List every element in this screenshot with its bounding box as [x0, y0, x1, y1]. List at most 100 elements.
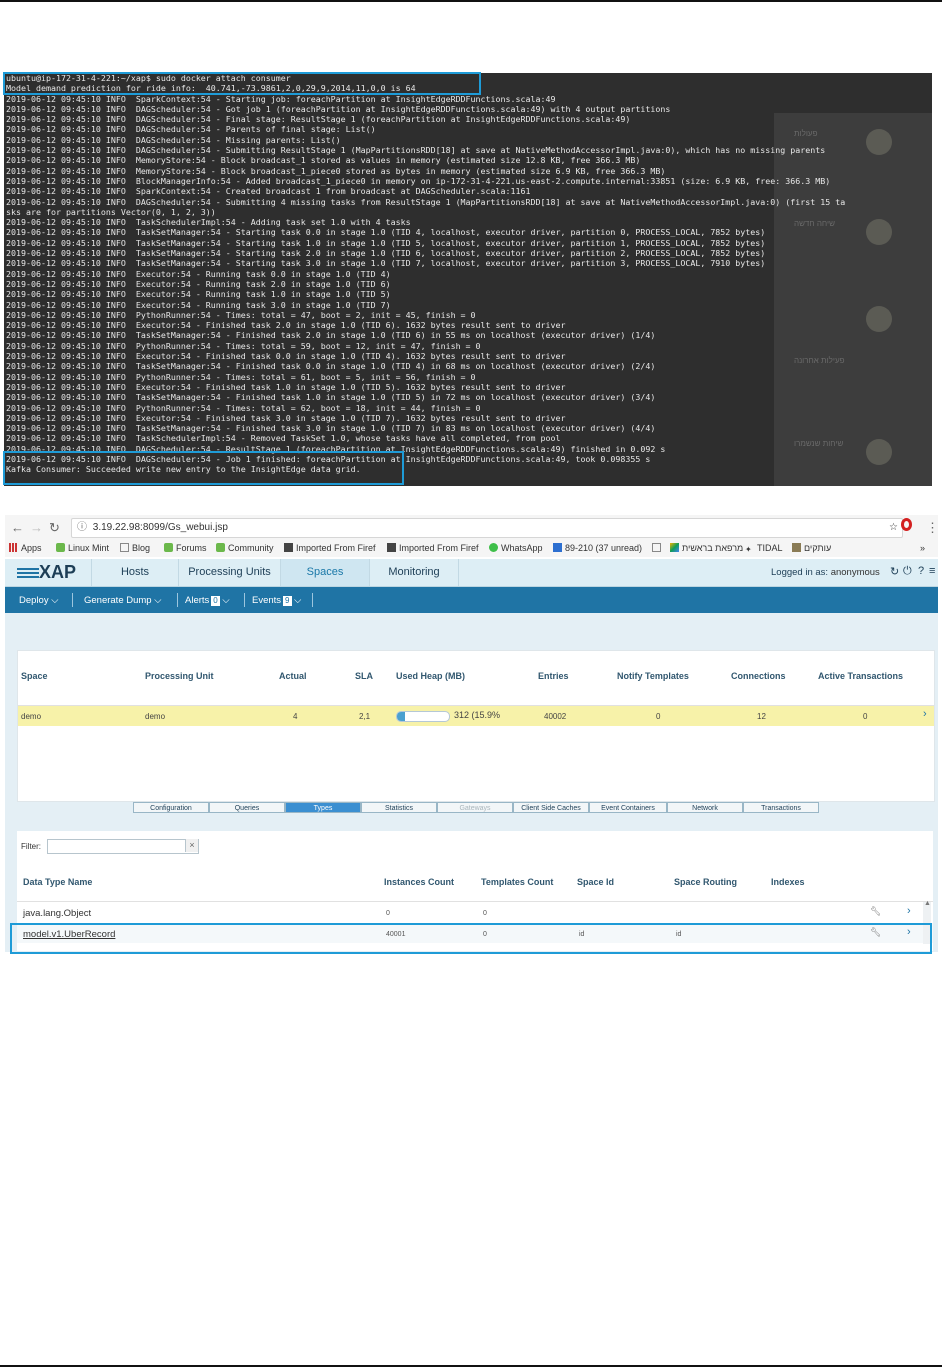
column-header[interactable]: Data Type Name: [23, 877, 92, 887]
star-icon[interactable]: ☆: [889, 519, 898, 537]
bookmark-item[interactable]: עותקים: [792, 543, 831, 553]
background-avatar: [866, 219, 892, 245]
xap-header: XAP Hosts Processing Units Spaces Monito…: [5, 559, 938, 587]
bookmark-item[interactable]: WhatsApp: [489, 543, 543, 553]
data-type-name[interactable]: java.lang.Object: [23, 908, 91, 919]
actual-count: 4: [293, 712, 298, 721]
terminal-line: 2019-06-12 09:45:10 INFO PythonRunner:54…: [6, 340, 481, 351]
clear-filter-icon[interactable]: ×: [185, 839, 198, 852]
column-header[interactable]: Space: [21, 671, 48, 681]
bookmark-item[interactable]: [652, 543, 664, 553]
reload-icon[interactable]: ↻: [49, 520, 60, 536]
bookmark-item[interactable]: Forums: [164, 543, 207, 553]
tab-processing-units[interactable]: Processing Units: [179, 559, 281, 586]
help-icon[interactable]: ?: [918, 565, 924, 577]
types-table-header: Data Type Name Instances Count Templates…: [17, 857, 933, 902]
filter-label: Filter:: [21, 842, 41, 851]
terminal-line: 2019-06-12 09:45:10 INFO TaskSetManager:…: [6, 258, 766, 269]
back-icon[interactable]: ←: [11, 520, 24, 535]
chevron-down-icon: ⌵: [222, 595, 230, 606]
wrench-icon[interactable]: 🔧︎: [870, 906, 881, 917]
terminal-line: 2019-06-12 09:45:10 INFO MemoryStore:54 …: [6, 165, 666, 176]
column-header[interactable]: Templates Count: [481, 877, 553, 887]
bookmark-item[interactable]: Blog: [120, 543, 150, 553]
column-header[interactable]: Space Id: [577, 877, 614, 887]
terminal-line: sks are for partitions Vector(0, 1, 2, 3…: [6, 206, 216, 217]
terminal-line: 2019-06-12 09:45:10 INFO DAGScheduler:54…: [6, 196, 846, 207]
tab-configuration[interactable]: Configuration: [133, 802, 209, 813]
bookmark-item[interactable]: מרפאת בראשית: [670, 543, 743, 553]
url-field[interactable]: ⓘ 3.19.22.98:8099/Gs_webui.jsp ☆: [71, 518, 903, 538]
column-header[interactable]: Used Heap (MB): [396, 671, 465, 681]
templates-count: 0: [483, 910, 487, 917]
bookmark-item[interactable]: Imported From Firef: [387, 543, 479, 553]
tab-queries[interactable]: Queries: [209, 802, 285, 813]
tab-event-containers[interactable]: Event Containers: [589, 802, 667, 813]
tab-statistics[interactable]: Statistics: [361, 802, 437, 813]
address-bar: ← → ↻ ⓘ 3.19.22.98:8099/Gs_webui.jsp ☆ ⋮: [5, 515, 939, 541]
divider: [244, 593, 245, 607]
column-header[interactable]: Instances Count: [384, 877, 454, 887]
chevron-right-icon[interactable]: ›: [907, 905, 911, 917]
tab-types[interactable]: Types: [285, 802, 361, 813]
tab-hosts[interactable]: Hosts: [92, 559, 179, 586]
scroll-up-icon[interactable]: ▲: [924, 900, 931, 907]
generate-dump-menu[interactable]: Generate Dump ⌵: [84, 595, 161, 606]
forward-icon[interactable]: →: [30, 520, 43, 535]
url-text: 3.19.22.98:8099/Gs_webui.jsp: [92, 522, 228, 533]
used-heap: 312 (15.9%: [454, 710, 501, 720]
column-header[interactable]: Entries: [538, 671, 569, 681]
info-icon[interactable]: ⓘ: [77, 522, 87, 533]
column-header[interactable]: Actual: [279, 671, 307, 681]
table-row[interactable]: demo demo 4 2,1 312 (15.9% 40002 0 12 0 …: [18, 706, 934, 726]
tab-network[interactable]: Network: [667, 802, 743, 813]
tidal-icon: ✦: [745, 545, 752, 554]
logged-in-status: Logged in as: anonymous: [771, 567, 880, 578]
top-rule: [0, 0, 942, 2]
table-row[interactable]: java.lang.Object 0 0 🔧︎ ›: [17, 902, 933, 922]
terminal-line: 2019-06-12 09:45:10 INFO TaskSetManager:…: [6, 392, 656, 403]
bookmark-item[interactable]: Community: [216, 543, 274, 553]
opera-icon[interactable]: [901, 518, 912, 531]
filter-input[interactable]: [47, 839, 199, 854]
alerts-badge: 0: [211, 596, 220, 606]
chevron-right-icon[interactable]: ›: [923, 708, 927, 720]
column-header[interactable]: Processing Unit: [145, 671, 214, 681]
tab-transactions[interactable]: Transactions: [743, 802, 819, 813]
apps-icon: [9, 543, 18, 552]
tab-client-side-caches[interactable]: Client Side Caches: [513, 802, 589, 813]
browser-window: ← → ↻ ⓘ 3.19.22.98:8099/Gs_webui.jsp ☆ ⋮…: [5, 515, 939, 952]
terminal-line: 2019-06-12 09:45:10 INFO DAGScheduler:54…: [6, 103, 671, 114]
page-icon: [120, 543, 129, 552]
bookmark-item[interactable]: 89-210 (37 unread): [553, 543, 642, 553]
refresh-icon[interactable]: ↻: [890, 565, 899, 578]
column-header[interactable]: Space Routing: [674, 877, 737, 887]
terminal-line: 2019-06-12 09:45:10 INFO Executor:54 - R…: [6, 278, 391, 289]
more-bookmarks[interactable]: »: [920, 543, 925, 553]
bookmark-item[interactable]: Imported From Firef: [284, 543, 376, 553]
terminal-line: 2019-06-12 09:45:10 INFO TaskSetManager:…: [6, 227, 766, 238]
linux-mint-icon: [56, 543, 65, 552]
menu-icon[interactable]: ⋮: [926, 520, 939, 536]
menu-icon[interactable]: ≡: [929, 565, 935, 577]
power-icon[interactable]: ⏻: [903, 565, 912, 578]
terminal-line: 2019-06-12 09:45:10 INFO DAGScheduler:54…: [6, 134, 341, 145]
column-header[interactable]: Connections: [731, 671, 786, 681]
alerts-menu[interactable]: Alerts 0 ⌵: [185, 595, 230, 606]
column-header[interactable]: Indexes: [771, 877, 805, 887]
terminal-line: 2019-06-12 09:45:10 INFO SparkContext:54…: [6, 93, 556, 104]
bookmark-item[interactable]: Linux Mint: [56, 543, 109, 553]
terminal-line: 2019-06-12 09:45:10 INFO TaskSetManager:…: [6, 248, 766, 259]
column-header[interactable]: Notify Templates: [617, 671, 689, 681]
tab-spaces[interactable]: Spaces: [281, 559, 370, 586]
xap-logo[interactable]: XAP: [5, 559, 92, 586]
bookmark-item[interactable]: Apps: [9, 543, 42, 553]
deploy-menu[interactable]: Deploy ⌵: [19, 595, 58, 606]
column-header[interactable]: SLA: [355, 671, 373, 681]
events-menu[interactable]: Events 9 ⌵: [252, 595, 301, 606]
xap-logo-icon: [17, 568, 39, 578]
bookmark-item[interactable]: ✦ TIDAL: [745, 543, 783, 554]
tab-monitoring[interactable]: Monitoring: [370, 559, 459, 586]
terminal-line: 2019-06-12 09:45:10 INFO DAGScheduler:54…: [6, 124, 376, 135]
column-header[interactable]: Active Transactions: [818, 671, 903, 681]
